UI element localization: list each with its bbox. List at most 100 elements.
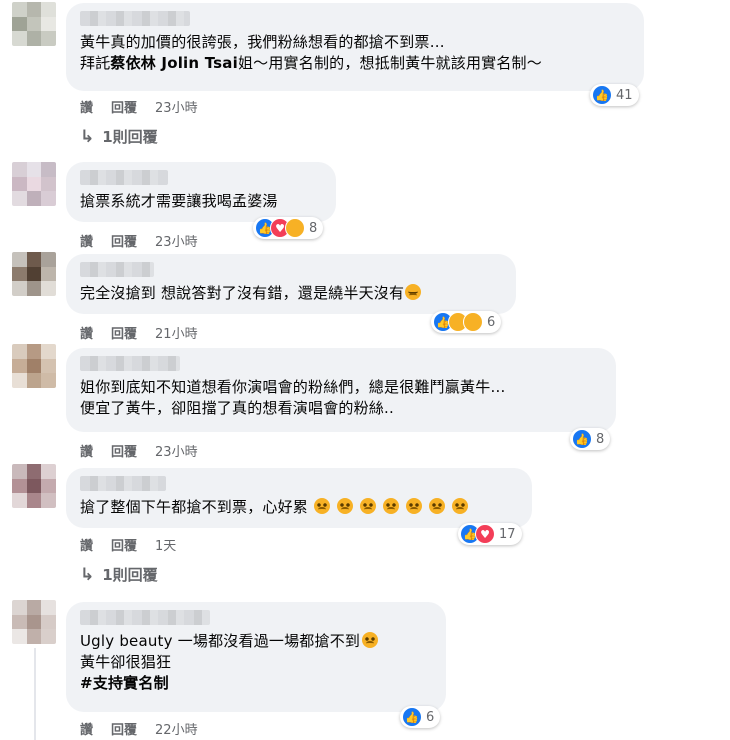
avatar-pixel [26, 600, 42, 615]
avatar[interactable] [12, 600, 56, 644]
comment-bubble: 搶票系統才需要讓我喝孟婆湯 [66, 162, 336, 222]
avatar-pixel [12, 373, 27, 388]
avatar-pixel [12, 176, 27, 192]
author-name-blurred[interactable] [80, 170, 168, 185]
like-action[interactable]: 讚 [80, 441, 93, 460]
avatar-pixel [26, 344, 42, 359]
reaction-summary[interactable]: 👍 41 [590, 84, 639, 106]
like-action[interactable]: 讚 [80, 719, 93, 738]
timestamp[interactable]: 23小時 [155, 231, 198, 250]
avatar-pixel [41, 600, 56, 615]
reaction-summary[interactable]: 👍 6 [400, 706, 441, 728]
reaction-count: 6 [487, 314, 496, 330]
author-name-blurred[interactable] [80, 476, 166, 491]
reaction-count: 8 [596, 431, 605, 447]
avatar-pixel [41, 629, 56, 644]
reply-arrow-icon: ↳ [80, 564, 95, 585]
avatar-pixel [12, 252, 27, 267]
like-action[interactable]: 讚 [80, 535, 93, 554]
avatar[interactable] [12, 252, 56, 296]
avatar-pixel [41, 162, 56, 177]
avatar-pixel [26, 191, 42, 206]
timestamp[interactable]: 21小時 [155, 323, 198, 342]
comment-text-line: Ugly beauty 一場都沒看過一場都搶不到 [80, 631, 432, 652]
comment-text-line: 黃牛真的加價的很誇張，我們粉絲想看的都搶不到票… [80, 33, 445, 51]
avatar[interactable] [12, 2, 56, 46]
reply-action[interactable]: 回覆 [111, 535, 137, 554]
crying-emoji-icon [360, 498, 377, 514]
author-name-blurred[interactable] [80, 610, 210, 625]
like-reaction-icon: 👍 [572, 429, 592, 449]
timestamp[interactable]: 1天 [155, 535, 176, 554]
avatar[interactable] [12, 464, 56, 508]
replies-count-label: 1則回覆 [102, 566, 158, 584]
comment-actions: 讚 回覆 22小時 [80, 719, 216, 738]
avatar-pixel [41, 176, 56, 192]
avatar-pixel [41, 16, 56, 32]
avatar-pixel [26, 252, 42, 267]
avatar-pixel [41, 478, 56, 494]
replies-count-label: 1則回覆 [102, 128, 158, 146]
avatar-pixel [26, 176, 42, 192]
author-name-blurred[interactable] [80, 11, 190, 26]
comment-text-line: 搶票系統才需要讓我喝孟婆湯 [80, 192, 278, 210]
like-action[interactable]: 讚 [80, 323, 93, 342]
sad-reaction-icon [463, 312, 483, 332]
avatar[interactable] [12, 162, 56, 206]
comment-text-line: 姐你到底知不知道想看你演唱會的粉絲們，總是很難鬥贏黃牛… [80, 378, 506, 396]
avatar-pixel [26, 358, 42, 374]
reaction-count: 17 [499, 526, 516, 542]
avatar-pixel [26, 2, 42, 17]
avatar-pixel [12, 281, 27, 296]
comment-actions: 讚 回覆 23小時 [80, 441, 216, 460]
avatar-pixel [41, 266, 56, 282]
author-name-blurred[interactable] [80, 262, 154, 277]
avatar-pixel [41, 373, 56, 388]
reply-action[interactable]: 回覆 [111, 719, 137, 738]
like-action[interactable]: 讚 [80, 231, 93, 250]
reaction-summary[interactable]: 👍 ♥ 17 [458, 523, 522, 545]
reply-action[interactable]: 回覆 [111, 441, 137, 460]
reaction-summary[interactable]: 👍 ♥ 8 [253, 217, 324, 239]
comment-actions: 讚 回覆 1天 [80, 535, 194, 554]
text-segment: Ugly beauty 一場都沒看過一場都搶不到 [80, 632, 361, 650]
timestamp[interactable]: 22小時 [155, 719, 198, 738]
reaction-summary[interactable]: 👍 6 [431, 311, 502, 333]
author-name-blurred[interactable] [80, 356, 180, 371]
comment-bubble: 姐你到底知不知道想看你演唱會的粉絲們，總是很難鬥贏黃牛… 便宜了黃牛，卻阻擋了真… [66, 348, 616, 432]
avatar-pixel [41, 2, 56, 17]
crying-emoji-icon [337, 498, 354, 514]
like-reaction-icon: 👍 [402, 707, 422, 727]
avatar-pixel [26, 629, 42, 644]
mention-link[interactable]: 蔡依林 Jolin Tsai [110, 54, 238, 72]
avatar-pixel [12, 162, 27, 177]
avatar-pixel [41, 614, 56, 630]
crying-emoji-icon [383, 498, 400, 514]
reaction-summary[interactable]: 👍 8 [570, 428, 611, 450]
crying-emoji-icon [429, 498, 446, 514]
hashtag-link[interactable]: #支持實名制 [80, 673, 432, 694]
reply-action[interactable]: 回覆 [111, 97, 137, 116]
view-replies-link[interactable]: ↳ 1則回覆 [80, 564, 158, 585]
avatar-pixel [41, 281, 56, 296]
avatar[interactable] [12, 344, 56, 388]
disappointed-emoji-icon [405, 284, 422, 300]
comment-text-line: 完全沒搶到 想說答對了沒有錯，還是繞半天沒有 [80, 283, 502, 304]
comment-text-line: 拜託蔡依林 Jolin Tsai姐～用實名制的，想抵制黃牛就該用實名制～ [80, 53, 630, 74]
text-segment: 拜託 [80, 54, 111, 72]
view-replies-link[interactable]: ↳ 1則回覆 [80, 126, 158, 147]
reply-action[interactable]: 回覆 [111, 323, 137, 342]
timestamp[interactable]: 23小時 [155, 441, 198, 460]
avatar-pixel [12, 344, 27, 359]
avatar-pixel [12, 614, 27, 630]
avatar-pixel [41, 344, 56, 359]
avatar-pixel [41, 191, 56, 206]
reply-action[interactable]: 回覆 [111, 231, 137, 250]
like-reaction-icon: 👍 [592, 85, 612, 105]
timestamp[interactable]: 23小時 [155, 97, 198, 116]
like-action[interactable]: 讚 [80, 97, 93, 116]
avatar-pixel [12, 191, 27, 206]
avatar-pixel [41, 493, 56, 508]
sad-reaction-icon [285, 218, 305, 238]
avatar-pixel [26, 31, 42, 46]
